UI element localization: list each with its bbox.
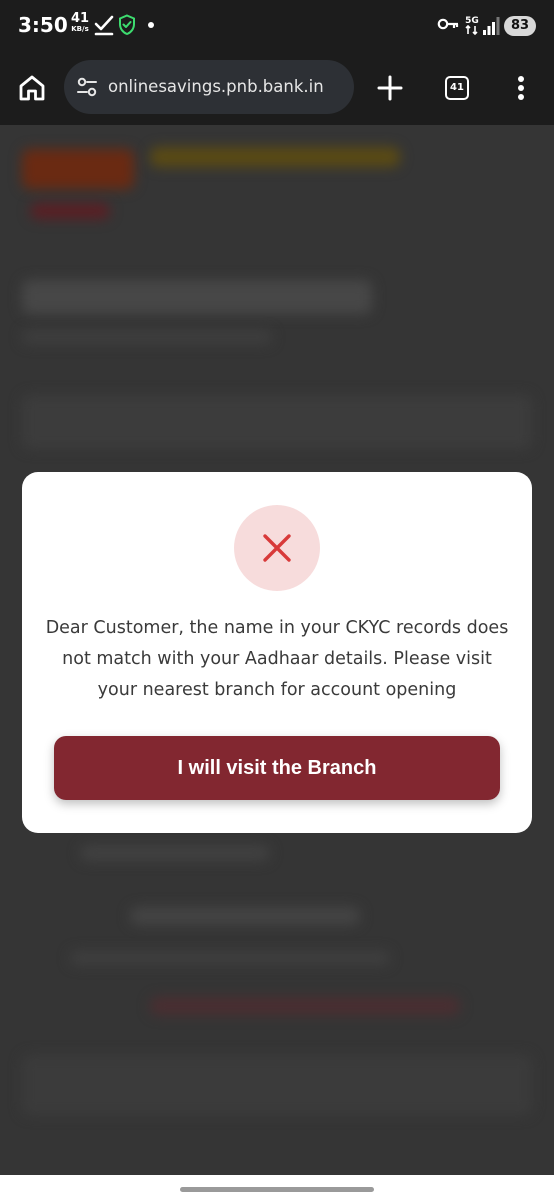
shield-check-icon [119,14,135,36]
form-button-blur [22,1055,532,1115]
header-text-blur [150,147,400,167]
notification-dot-icon [148,22,154,28]
bank-logo-blur [22,149,134,189]
svg-text:5G: 5G [465,16,479,26]
error-message: Dear Customer, the name in your CKYC rec… [45,618,509,700]
form-text-blur [70,951,390,965]
page-heading-blur [22,280,372,314]
error-x-icon [263,534,291,562]
site-settings-icon[interactable] [76,76,98,98]
form-field-blur [22,395,532,449]
battery-icon: 83 [504,16,536,36]
network-speed-unit: KB/s [71,25,89,33]
form-text-blur [80,845,270,861]
gesture-nav-area [0,1175,554,1200]
status-time: 3:50 [18,13,68,37]
status-bar: 3:50 41 KB/s 5G 83 [0,0,554,52]
sub-logo-blur [30,203,110,219]
home-icon[interactable] [16,72,48,104]
browser-toolbar: onlinesavings.pnb.bank.in 41 [0,52,554,125]
more-vert-icon[interactable] [510,72,532,104]
visit-branch-button[interactable]: I will visit the Branch [54,736,500,800]
vpn-key-icon [437,18,459,30]
error-dialog: Dear Customer, the name in your CKYC rec… [22,472,532,833]
page-subheading-blur [22,330,272,344]
gesture-handle[interactable] [180,1187,374,1192]
network-speed-value: 41 [70,11,90,26]
new-tab-plus-icon[interactable] [374,72,406,104]
url-bar[interactable]: onlinesavings.pnb.bank.in [64,60,354,114]
network-speed: 41 KB/s [68,12,92,33]
tab-switcher-icon[interactable]: 41 [445,76,469,100]
url-text[interactable]: onlinesavings.pnb.bank.in [108,77,324,96]
download-done-icon [94,15,114,36]
form-text-blur [130,907,360,925]
signal-strength-icon [483,17,500,35]
form-text-blur [150,997,460,1015]
error-icon-circle [234,505,320,591]
5g-data-icon: 5G [465,16,479,36]
